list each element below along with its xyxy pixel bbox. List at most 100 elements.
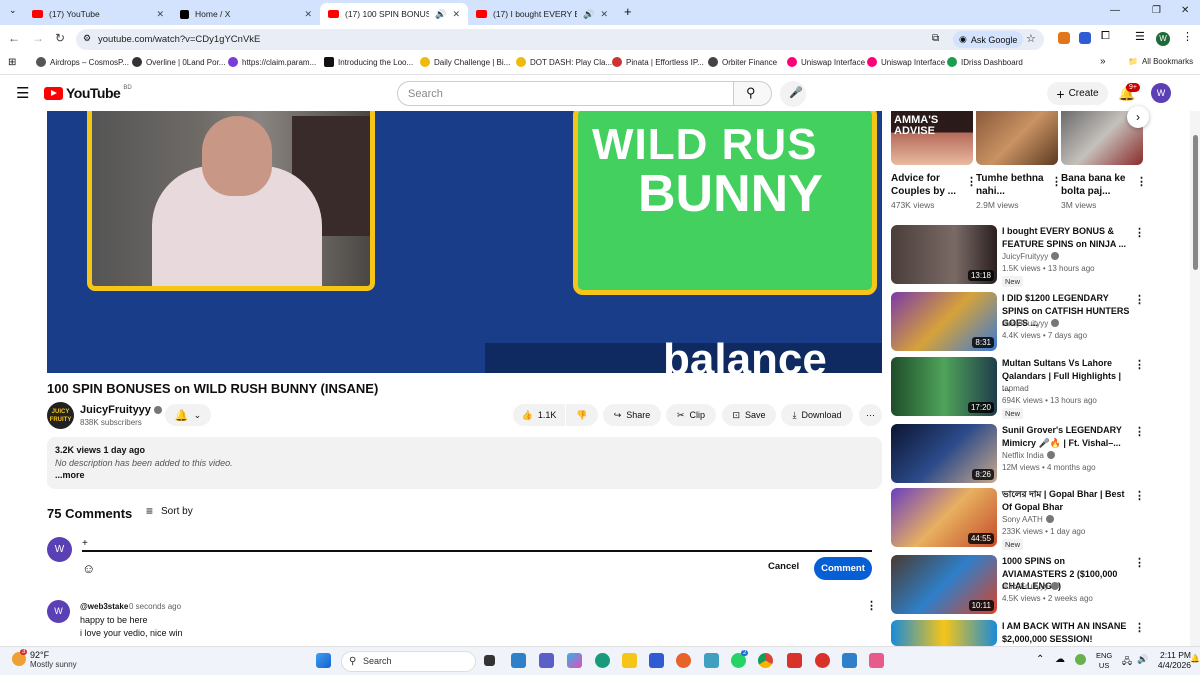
emoji-icon[interactable]: ☺ [82, 561, 95, 576]
more-vert-icon[interactable]: ⋮ [1134, 293, 1145, 306]
back-arrow-icon[interactable]: ← [8, 31, 20, 45]
security-icon[interactable] [1075, 654, 1086, 665]
more-vert-icon[interactable]: ⋮ [1134, 489, 1145, 502]
tab-search-icon[interactable]: ⌄ [9, 5, 17, 16]
short-item[interactable]: Tumhe bethna nahi... 2.9M views ⋮ [976, 111, 1062, 210]
minimize-button[interactable]: — [1110, 5, 1120, 16]
channel-logo[interactable]: JUICY FRUITY [47, 402, 74, 429]
bookmark-item[interactable]: Uniswap Interface [787, 57, 865, 67]
close-icon[interactable]: ✕ [600, 9, 608, 20]
tab-x[interactable]: Home / X ✕ [172, 3, 320, 25]
dislike-button[interactable]: 👎 [566, 404, 598, 426]
recommendation-item[interactable]: 8:31 I DID $1200 LEGENDARY SPINS on CATF… [891, 292, 1151, 354]
save-button[interactable]: ⊡ Save [722, 404, 776, 426]
speaker-icon[interactable]: 🔊 [435, 9, 446, 20]
recommendation-item[interactable]: 8:26 Sunil Grover's LEGENDARY Mimicry 🎤🔥… [891, 424, 1151, 486]
channel-name[interactable]: tapmad [1002, 384, 1029, 393]
video-player[interactable]: WILD RUS BUNNY balance [47, 111, 882, 373]
bookmark-item[interactable]: Orbiter Finance [708, 57, 777, 67]
opera-icon[interactable] [815, 653, 830, 668]
tab-active-video[interactable]: (17) 100 SPIN BONUSES on 🔊 ✕ [320, 3, 468, 25]
chrome-icon[interactable] [758, 653, 773, 668]
wps-icon[interactable] [787, 653, 802, 668]
channel-name[interactable]: JuicyFruityyy [1002, 252, 1060, 261]
bookmark-item[interactable]: Airdrops – CosmosP... [36, 57, 129, 67]
task-view-icon[interactable] [484, 655, 495, 666]
comment-submit-button[interactable]: Comment [814, 557, 872, 580]
subscribed-bell-button[interactable]: 🔔 ⌄ [165, 404, 211, 426]
speaker-icon[interactable]: 🔊 [583, 9, 594, 20]
avatar[interactable]: W [1151, 83, 1171, 103]
store-icon[interactable] [649, 653, 664, 668]
tab-youtube[interactable]: (17) YouTube ✕ [24, 3, 172, 25]
volume-icon[interactable]: 🔊 [1137, 654, 1148, 665]
recommendation-item[interactable]: 10:11 1000 SPINS on AVIAMASTERS 2 ($100,… [891, 555, 1151, 617]
close-icon[interactable]: ✕ [156, 9, 164, 20]
chevron-right-icon[interactable]: › [1127, 106, 1149, 128]
bookmark-star-icon[interactable]: ☆ [1026, 32, 1036, 45]
recommendation-item[interactable]: 44:55 ভালের দাম | Gopal Bhar | Best Of G… [891, 488, 1151, 550]
reload-icon[interactable]: ↻ [55, 31, 65, 45]
clock[interactable]: 2:11 PM 4/4/2026 [1151, 650, 1191, 670]
metamask-extension-icon[interactable] [1058, 32, 1070, 44]
apps-grid-icon[interactable]: ⊞ [8, 57, 16, 68]
bookmark-item[interactable]: Overline | 0Land Por... [132, 57, 225, 67]
download-button[interactable]: ⤓ Download [781, 404, 853, 426]
bookmark-item[interactable]: Daily Challenge | Bi... [420, 57, 510, 67]
notification-bell-icon[interactable]: 🔔 [1190, 654, 1200, 663]
channel-name[interactable]: JuicyFruityyy [1002, 319, 1060, 328]
language-indicator[interactable]: ENG US [1096, 651, 1112, 671]
notepad-icon[interactable] [704, 653, 719, 668]
comment-timestamp[interactable]: 0 seconds ago [129, 602, 181, 611]
comment-menu-icon[interactable]: ⋮ [866, 599, 877, 612]
description-box[interactable]: 3.2K views 1 day ago No description has … [47, 437, 882, 489]
install-icon[interactable]: ⧉ [932, 33, 939, 44]
extension-icon[interactable] [1079, 32, 1091, 44]
cancel-button[interactable]: Cancel [768, 561, 799, 572]
comment-author[interactable]: @web3stake [80, 602, 128, 611]
more-vert-icon[interactable]: ⋮ [1134, 358, 1145, 371]
restore-button[interactable]: ❐ [1152, 5, 1161, 16]
sort-by-button[interactable]: ≡ Sort by [146, 504, 193, 518]
menu-dots-icon[interactable]: ⋮ [1182, 30, 1193, 43]
search-button[interactable]: ⚲ [733, 81, 772, 106]
close-icon[interactable]: ✕ [452, 9, 460, 20]
share-button[interactable]: ↪ Share [603, 404, 661, 426]
window-close-button[interactable]: ✕ [1181, 5, 1189, 16]
hamburger-menu-icon[interactable]: ☰ [16, 84, 29, 102]
chevron-up-icon[interactable]: ⌃ [1036, 654, 1044, 665]
weather-widget[interactable]: 3 92°F Mostly sunny [12, 649, 77, 669]
channel-name[interactable]: Netflix India [1002, 451, 1055, 460]
bookmark-item[interactable]: Uniswap Interface [867, 57, 945, 67]
firefox-icon[interactable] [676, 653, 691, 668]
url-text[interactable]: youtube.com/watch?v=CDy1gYCnVkE [98, 34, 260, 45]
forward-arrow-icon[interactable]: → [32, 31, 44, 45]
comment-input[interactable]: + [82, 538, 872, 552]
reading-list-icon[interactable]: ☰ [1135, 30, 1145, 43]
short-item[interactable]: AMMA'S ADVISE Advice for Couples by ... … [891, 111, 977, 210]
more-vert-icon[interactable]: ⋮ [1134, 556, 1145, 569]
tab-bonus-video[interactable]: (17) I bought EVERY BONUS 🔊 ✕ [468, 3, 616, 25]
more-vert-icon[interactable]: ⋮ [1136, 175, 1147, 188]
profile-avatar[interactable]: W [1156, 32, 1170, 46]
site-info-icon[interactable]: ⚙ [83, 33, 91, 44]
search-input[interactable]: Search [397, 81, 734, 106]
file-explorer-icon[interactable] [622, 653, 637, 668]
close-icon[interactable]: ✕ [304, 9, 312, 20]
chevron-right-icon[interactable]: » [1100, 56, 1106, 67]
channel-name[interactable]: JuicyFruityyy [80, 404, 162, 416]
windows-start-icon[interactable] [316, 653, 331, 668]
bookmark-item[interactable]: Introducing the Loo... [324, 57, 413, 67]
edge-icon[interactable] [595, 653, 610, 668]
copilot-icon[interactable] [567, 653, 582, 668]
taskbar-search[interactable]: ⚲ Search [341, 651, 476, 672]
create-button[interactable]: + Create [1047, 82, 1108, 105]
bookmark-item[interactable]: https://claim.param... [228, 57, 316, 67]
snipping-tool-icon[interactable] [869, 653, 884, 668]
photos-icon[interactable] [842, 653, 857, 668]
comment-avatar[interactable]: W [47, 600, 70, 623]
like-button[interactable]: 👍 1.1K [513, 404, 565, 426]
new-tab-button[interactable]: + [624, 4, 632, 19]
more-link[interactable]: ...more [55, 470, 85, 480]
voice-search-button[interactable]: 🎤 [780, 81, 806, 107]
